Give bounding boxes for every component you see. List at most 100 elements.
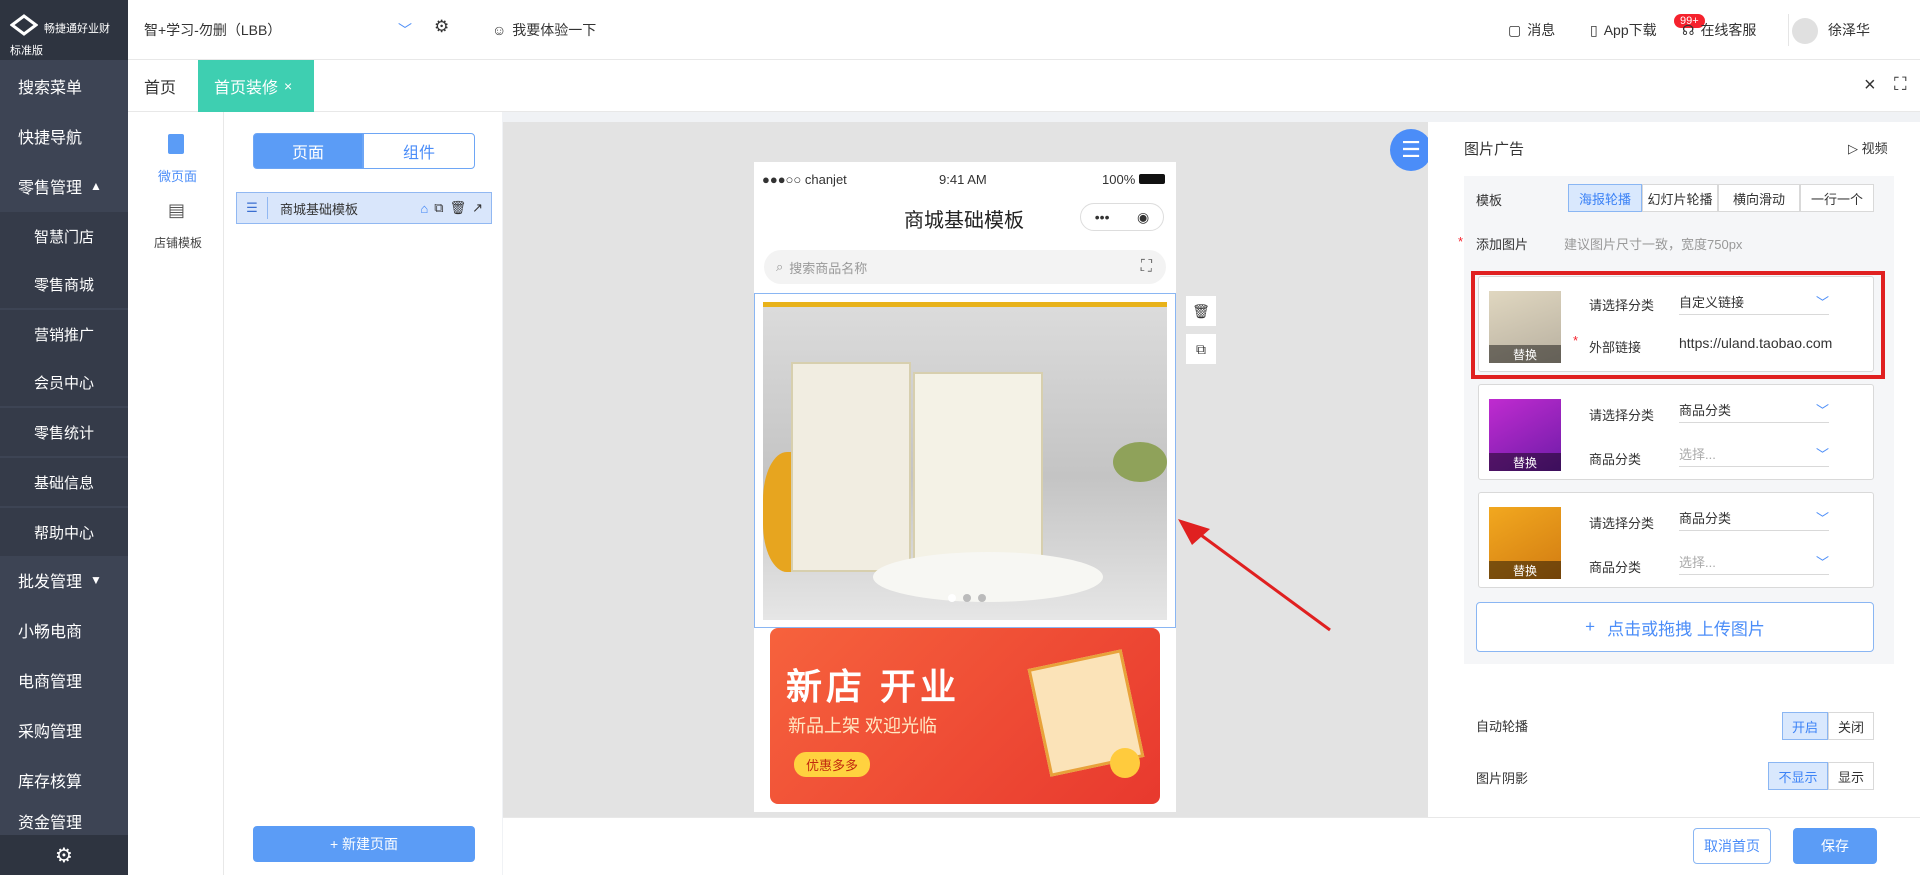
autoplay-off-button[interactable]: 关闭 (1828, 712, 1874, 740)
phone-preview: ●●●○○ chanjet 9:41 AM 100% 商城基础模板 ••• ◉ … (754, 162, 1176, 812)
shadow-hide-button[interactable]: 不显示 (1768, 762, 1828, 790)
carousel-dot[interactable] (963, 594, 971, 602)
sidebar-item-purchase[interactable]: 采购管理 (0, 706, 128, 754)
chevron-down-icon[interactable]: ﹀ (398, 20, 412, 40)
sidebar-item-wholesale[interactable]: 批发管理 ▼ (0, 556, 128, 604)
save-button[interactable]: 保存 (1793, 828, 1877, 864)
status-carrier: ●●●○○ chanjet (762, 172, 847, 187)
sidebar-item-member-center[interactable]: 会员中心 (0, 358, 128, 406)
chevron-down-icon: ﹀ (1815, 511, 1829, 526)
carousel-dot[interactable] (978, 594, 986, 602)
template-option-slideshow[interactable]: 幻灯片轮播 (1642, 184, 1718, 212)
messages-button[interactable]: ▢ 消息 (1508, 20, 1555, 40)
more-icon[interactable]: ••• (1095, 209, 1110, 225)
promo-banner[interactable]: 新店 开业 新品上架 欢迎光临 优惠多多 (770, 628, 1160, 804)
micro-page-label[interactable]: 微页面 (158, 166, 197, 185)
sidebar-item-help-center[interactable]: 帮助中心 (0, 508, 128, 556)
sidebar-item-label: 帮助中心 (34, 524, 95, 542)
image-thumbnail[interactable]: 替换 (1489, 399, 1561, 471)
plate-image (873, 552, 1103, 602)
divider (1788, 14, 1789, 46)
sidebar-item-label: 零售管理 (18, 180, 83, 197)
close-icon[interactable]: × (284, 78, 292, 94)
sidebar-item-marketing[interactable]: 营销推广 (0, 310, 128, 358)
phone-search-bar[interactable]: ⌕ 搜索商品名称 ⛶ (764, 250, 1166, 284)
carousel-dot[interactable] (948, 594, 956, 602)
scan-icon[interactable]: ⛶ (1141, 258, 1152, 276)
autoplay-label: 自动轮播 (1476, 719, 1529, 734)
sidebar-item-basic-info[interactable]: 基础信息 (0, 458, 128, 506)
close-all-icon[interactable]: × (1864, 74, 1876, 97)
sidebar-item-search-menu[interactable]: 搜索菜单 (0, 62, 128, 110)
cancel-home-button[interactable]: 取消首页 (1693, 828, 1771, 864)
segment-page[interactable]: 页面 (253, 133, 363, 169)
micro-page-icon[interactable] (168, 134, 184, 154)
new-page-button[interactable]: + 新建页面 (253, 826, 475, 862)
copy-icon[interactable]: ⧉ (434, 200, 443, 216)
copy-block-icon[interactable]: ⧉ (1186, 334, 1216, 364)
home-icon[interactable]: ⌂ (420, 201, 428, 216)
play-icon: ▷ (1848, 141, 1858, 156)
app-download-button[interactable]: ▯ App下载 (1590, 20, 1657, 40)
sidebar-item-ecommerce[interactable]: 电商管理 (0, 656, 128, 704)
upload-image-button[interactable]: + 点击或拖拽 上传图片 (1476, 602, 1874, 652)
target-icon[interactable]: ◉ (1137, 209, 1149, 226)
sidebar-item-retail-mall[interactable]: 零售商城 (0, 260, 128, 308)
product-category-select[interactable]: 选择... ﹀ (1679, 441, 1829, 467)
divider (267, 197, 268, 219)
store-template-icon[interactable]: ▤ (168, 200, 185, 221)
delete-block-icon[interactable]: 🗑 (1186, 296, 1216, 326)
sidebar-item-funds[interactable]: 资金管理 (0, 806, 128, 836)
segment-component[interactable]: 组件 (363, 133, 475, 169)
sidebar-item-label: 零售统计 (34, 424, 95, 442)
video-label: 视频 (1861, 141, 1888, 156)
avatar[interactable] (1792, 18, 1818, 44)
product-box-left (791, 362, 911, 572)
online-service-button[interactable]: ☊ 在线客服 (1682, 20, 1756, 40)
tab-label: 首页装修 (214, 80, 279, 97)
tab-home-decoration[interactable]: 首页装修 × (198, 60, 314, 112)
user-name[interactable]: 徐泽华 (1828, 20, 1870, 40)
capsule-menu[interactable]: ••• ◉ (1080, 203, 1164, 231)
sidebar-item-retail[interactable]: 零售管理 ▲ (0, 162, 128, 210)
sidebar-item-retail-stats[interactable]: 零售统计 (0, 408, 128, 456)
tab-home[interactable]: 首页 (128, 60, 198, 112)
template-row[interactable]: ☰ 商城基础模板 ⌂ ⧉ 🗑 ↗ (236, 192, 492, 224)
sidebar-item-inventory[interactable]: 库存核算 (0, 756, 128, 804)
headset-icon: ☊ (1682, 21, 1695, 38)
chevron-down-icon: ﹀ (1815, 555, 1829, 570)
caret-down-icon: ▼ (90, 573, 102, 587)
template-option-single[interactable]: 一行一个 (1800, 184, 1874, 212)
sidebar-item-smart-store[interactable]: 智慧门店 (0, 212, 128, 260)
video-tab[interactable]: ▷ 视频 (1848, 138, 1888, 157)
template-option-horizontal[interactable]: 横向滑动 (1718, 184, 1800, 212)
try-it-button[interactable]: ☺ 我要体验一下 (492, 20, 596, 40)
trash-icon[interactable]: 🗑 (450, 200, 467, 216)
sidebar-item-label: 电商管理 (18, 674, 83, 691)
category-select[interactable]: 商品分类 ﹀ (1679, 505, 1829, 531)
image-card: 替换 请选择分类 商品分类 ﹀ 商品分类 选择... ﹀ (1478, 492, 1874, 588)
menu-toggle-button[interactable]: ☰ (1390, 129, 1432, 171)
fullscreen-icon[interactable]: ⛶ (1894, 74, 1907, 95)
gear-icon[interactable]: ⚙ (434, 17, 449, 37)
footer-bar: 取消首页 保存 (503, 817, 1920, 875)
settings-gear-icon[interactable]: ⚙ (0, 835, 128, 875)
carousel-selected-block[interactable] (754, 293, 1176, 628)
chevron-down-icon: ﹀ (1815, 447, 1829, 462)
replace-button[interactable]: 替换 (1489, 453, 1561, 471)
template-option-poster[interactable]: 海报轮播 (1568, 184, 1642, 212)
product-category-select[interactable]: 选择... ﹀ (1679, 549, 1829, 575)
shadow-label: 图片阴影 (1476, 771, 1529, 786)
logo-text: 畅捷通好业财 (44, 23, 110, 35)
store-template-label[interactable]: 店铺模板 (154, 234, 202, 251)
category-select[interactable]: 商品分类 ﹀ (1679, 397, 1829, 423)
company-select[interactable]: 智+学习-勿删（LBB） (144, 20, 281, 40)
replace-button[interactable]: 替换 (1489, 561, 1561, 579)
sidebar-item-quick-nav[interactable]: 快捷导航 (0, 112, 128, 160)
shadow-show-button[interactable]: 显示 (1828, 762, 1874, 790)
autoplay-on-button[interactable]: 开启 (1782, 712, 1828, 740)
plus-icon: + (1585, 617, 1596, 636)
external-link-icon[interactable]: ↗ (472, 200, 483, 216)
sidebar-item-xiaochang-ecommerce[interactable]: 小畅电商 (0, 606, 128, 654)
image-thumbnail[interactable]: 替换 (1489, 507, 1561, 579)
